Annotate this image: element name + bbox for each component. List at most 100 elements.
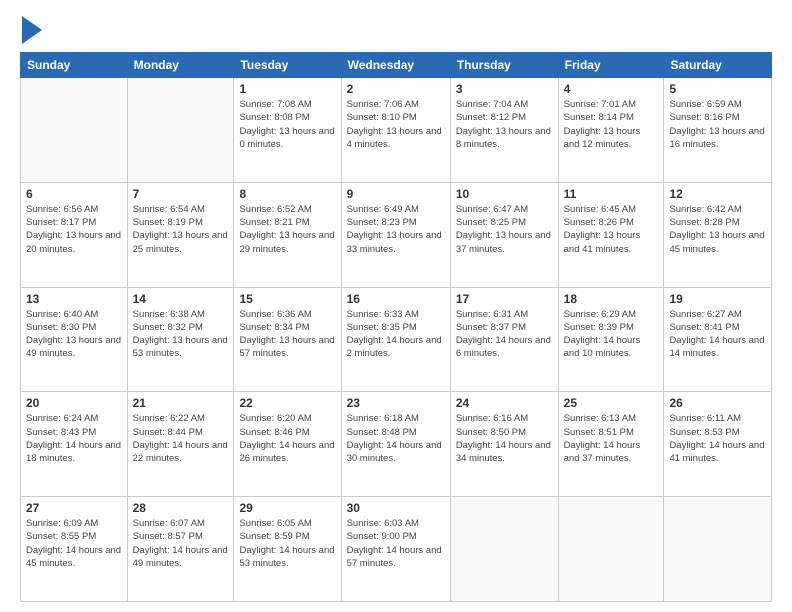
day-number: 23 xyxy=(347,396,445,410)
calendar-cell: 1 Sunrise: 7:08 AM Sunset: 8:08 PM Daylig… xyxy=(234,78,341,183)
calendar-cell: 25 Sunrise: 6:13 AM Sunset: 8:51 PM Dayli… xyxy=(558,392,664,497)
calendar-cell: 24 Sunrise: 6:16 AM Sunset: 8:50 PM Dayli… xyxy=(450,392,558,497)
day-info: Sunrise: 6:27 AM Sunset: 8:41 PM Dayligh… xyxy=(669,308,766,361)
day-info: Sunrise: 6:13 AM Sunset: 8:51 PM Dayligh… xyxy=(564,412,659,465)
weekday-header-thursday: Thursday xyxy=(450,53,558,78)
day-info: Sunrise: 6:54 AM Sunset: 8:19 PM Dayligh… xyxy=(133,203,229,256)
calendar-cell xyxy=(21,78,128,183)
day-number: 15 xyxy=(239,292,335,306)
logo-icon xyxy=(22,16,42,44)
calendar-cell: 10 Sunrise: 6:47 AM Sunset: 8:25 PM Dayli… xyxy=(450,182,558,287)
calendar-cell xyxy=(664,497,772,602)
day-number: 24 xyxy=(456,396,553,410)
day-info: Sunrise: 6:20 AM Sunset: 8:46 PM Dayligh… xyxy=(239,412,335,465)
day-number: 13 xyxy=(26,292,122,306)
calendar-cell: 18 Sunrise: 6:29 AM Sunset: 8:39 PM Dayli… xyxy=(558,287,664,392)
calendar-cell: 9 Sunrise: 6:49 AM Sunset: 8:23 PM Daylig… xyxy=(341,182,450,287)
day-number: 26 xyxy=(669,396,766,410)
day-info: Sunrise: 7:04 AM Sunset: 8:12 PM Dayligh… xyxy=(456,98,553,151)
day-number: 28 xyxy=(133,501,229,515)
day-info: Sunrise: 6:42 AM Sunset: 8:28 PM Dayligh… xyxy=(669,203,766,256)
day-info: Sunrise: 6:33 AM Sunset: 8:35 PM Dayligh… xyxy=(347,308,445,361)
day-info: Sunrise: 6:38 AM Sunset: 8:32 PM Dayligh… xyxy=(133,308,229,361)
calendar-cell: 13 Sunrise: 6:40 AM Sunset: 8:30 PM Dayli… xyxy=(21,287,128,392)
calendar-cell: 19 Sunrise: 6:27 AM Sunset: 8:41 PM Dayli… xyxy=(664,287,772,392)
calendar-cell: 7 Sunrise: 6:54 AM Sunset: 8:19 PM Daylig… xyxy=(127,182,234,287)
weekday-header-tuesday: Tuesday xyxy=(234,53,341,78)
day-number: 17 xyxy=(456,292,553,306)
day-number: 3 xyxy=(456,82,553,96)
day-number: 16 xyxy=(347,292,445,306)
day-number: 11 xyxy=(564,187,659,201)
day-info: Sunrise: 7:06 AM Sunset: 8:10 PM Dayligh… xyxy=(347,98,445,151)
calendar-cell: 28 Sunrise: 6:07 AM Sunset: 8:57 PM Dayli… xyxy=(127,497,234,602)
calendar-cell: 22 Sunrise: 6:20 AM Sunset: 8:46 PM Dayli… xyxy=(234,392,341,497)
day-number: 19 xyxy=(669,292,766,306)
day-number: 21 xyxy=(133,396,229,410)
calendar-cell: 26 Sunrise: 6:11 AM Sunset: 8:53 PM Dayli… xyxy=(664,392,772,497)
day-number: 10 xyxy=(456,187,553,201)
day-number: 5 xyxy=(669,82,766,96)
logo xyxy=(20,16,42,44)
calendar-cell: 20 Sunrise: 6:24 AM Sunset: 8:43 PM Dayli… xyxy=(21,392,128,497)
day-info: Sunrise: 6:29 AM Sunset: 8:39 PM Dayligh… xyxy=(564,308,659,361)
week-row-4: 20 Sunrise: 6:24 AM Sunset: 8:43 PM Dayli… xyxy=(21,392,772,497)
calendar-cell: 3 Sunrise: 7:04 AM Sunset: 8:12 PM Daylig… xyxy=(450,78,558,183)
day-info: Sunrise: 6:11 AM Sunset: 8:53 PM Dayligh… xyxy=(669,412,766,465)
day-number: 7 xyxy=(133,187,229,201)
day-info: Sunrise: 6:36 AM Sunset: 8:34 PM Dayligh… xyxy=(239,308,335,361)
calendar-cell xyxy=(127,78,234,183)
day-number: 22 xyxy=(239,396,335,410)
week-row-3: 13 Sunrise: 6:40 AM Sunset: 8:30 PM Dayli… xyxy=(21,287,772,392)
calendar-cell: 12 Sunrise: 6:42 AM Sunset: 8:28 PM Dayli… xyxy=(664,182,772,287)
day-number: 27 xyxy=(26,501,122,515)
day-info: Sunrise: 7:08 AM Sunset: 8:08 PM Dayligh… xyxy=(239,98,335,151)
weekday-header-sunday: Sunday xyxy=(21,53,128,78)
calendar-cell: 23Sunrise: 6:18 AM Sunset: 8:48 PM Dayli… xyxy=(341,392,450,497)
day-number: 9 xyxy=(347,187,445,201)
day-number: 8 xyxy=(239,187,335,201)
calendar-cell: 27Sunrise: 6:09 AM Sunset: 8:55 PM Dayli… xyxy=(21,497,128,602)
day-info: Sunrise: 6:59 AM Sunset: 8:16 PM Dayligh… xyxy=(669,98,766,151)
calendar-cell: 14 Sunrise: 6:38 AM Sunset: 8:32 PM Dayli… xyxy=(127,287,234,392)
week-row-2: 6Sunrise: 6:56 AM Sunset: 8:17 PM Daylig… xyxy=(21,182,772,287)
calendar-cell xyxy=(450,497,558,602)
weekday-header-friday: Friday xyxy=(558,53,664,78)
day-info: Sunrise: 6:52 AM Sunset: 8:21 PM Dayligh… xyxy=(239,203,335,256)
calendar-cell: 15 Sunrise: 6:36 AM Sunset: 8:34 PM Dayli… xyxy=(234,287,341,392)
day-number: 25 xyxy=(564,396,659,410)
day-info: Sunrise: 6:07 AM Sunset: 8:57 PM Dayligh… xyxy=(133,517,229,570)
day-number: 2 xyxy=(347,82,445,96)
day-info: Sunrise: 6:24 AM Sunset: 8:43 PM Dayligh… xyxy=(26,412,122,465)
header xyxy=(20,16,772,44)
day-number: 1 xyxy=(239,82,335,96)
day-number: 20 xyxy=(26,396,122,410)
calendar-cell: 21 Sunrise: 6:22 AM Sunset: 8:44 PM Dayli… xyxy=(127,392,234,497)
calendar-cell: 30 Sunrise: 6:03 AM Sunset: 9:00 PM Dayli… xyxy=(341,497,450,602)
page: SundayMondayTuesdayWednesdayThursdayFrid… xyxy=(0,0,792,612)
weekday-header-saturday: Saturday xyxy=(664,53,772,78)
day-info: Sunrise: 6:56 AM Sunset: 8:17 PM Dayligh… xyxy=(26,203,122,256)
calendar-cell: 6Sunrise: 6:56 AM Sunset: 8:17 PM Daylig… xyxy=(21,182,128,287)
calendar-cell: 4Sunrise: 7:01 AM Sunset: 8:14 PM Daylig… xyxy=(558,78,664,183)
calendar-cell: 5 Sunrise: 6:59 AM Sunset: 8:16 PM Daylig… xyxy=(664,78,772,183)
day-info: Sunrise: 6:22 AM Sunset: 8:44 PM Dayligh… xyxy=(133,412,229,465)
day-info: Sunrise: 6:47 AM Sunset: 8:25 PM Dayligh… xyxy=(456,203,553,256)
weekday-header-monday: Monday xyxy=(127,53,234,78)
day-number: 12 xyxy=(669,187,766,201)
day-number: 4 xyxy=(564,82,659,96)
day-info: Sunrise: 6:05 AM Sunset: 8:59 PM Dayligh… xyxy=(239,517,335,570)
day-info: Sunrise: 6:40 AM Sunset: 8:30 PM Dayligh… xyxy=(26,308,122,361)
weekday-header-wednesday: Wednesday xyxy=(341,53,450,78)
calendar-cell xyxy=(558,497,664,602)
calendar-cell: 11Sunrise: 6:45 AM Sunset: 8:26 PM Dayli… xyxy=(558,182,664,287)
week-row-1: 1 Sunrise: 7:08 AM Sunset: 8:08 PM Daylig… xyxy=(21,78,772,183)
day-number: 18 xyxy=(564,292,659,306)
day-info: Sunrise: 6:03 AM Sunset: 9:00 PM Dayligh… xyxy=(347,517,445,570)
calendar-cell: 29Sunrise: 6:05 AM Sunset: 8:59 PM Dayli… xyxy=(234,497,341,602)
day-number: 30 xyxy=(347,501,445,515)
day-info: Sunrise: 6:16 AM Sunset: 8:50 PM Dayligh… xyxy=(456,412,553,465)
day-number: 14 xyxy=(133,292,229,306)
calendar-cell: 16 Sunrise: 6:33 AM Sunset: 8:35 PM Dayli… xyxy=(341,287,450,392)
day-info: Sunrise: 6:49 AM Sunset: 8:23 PM Dayligh… xyxy=(347,203,445,256)
